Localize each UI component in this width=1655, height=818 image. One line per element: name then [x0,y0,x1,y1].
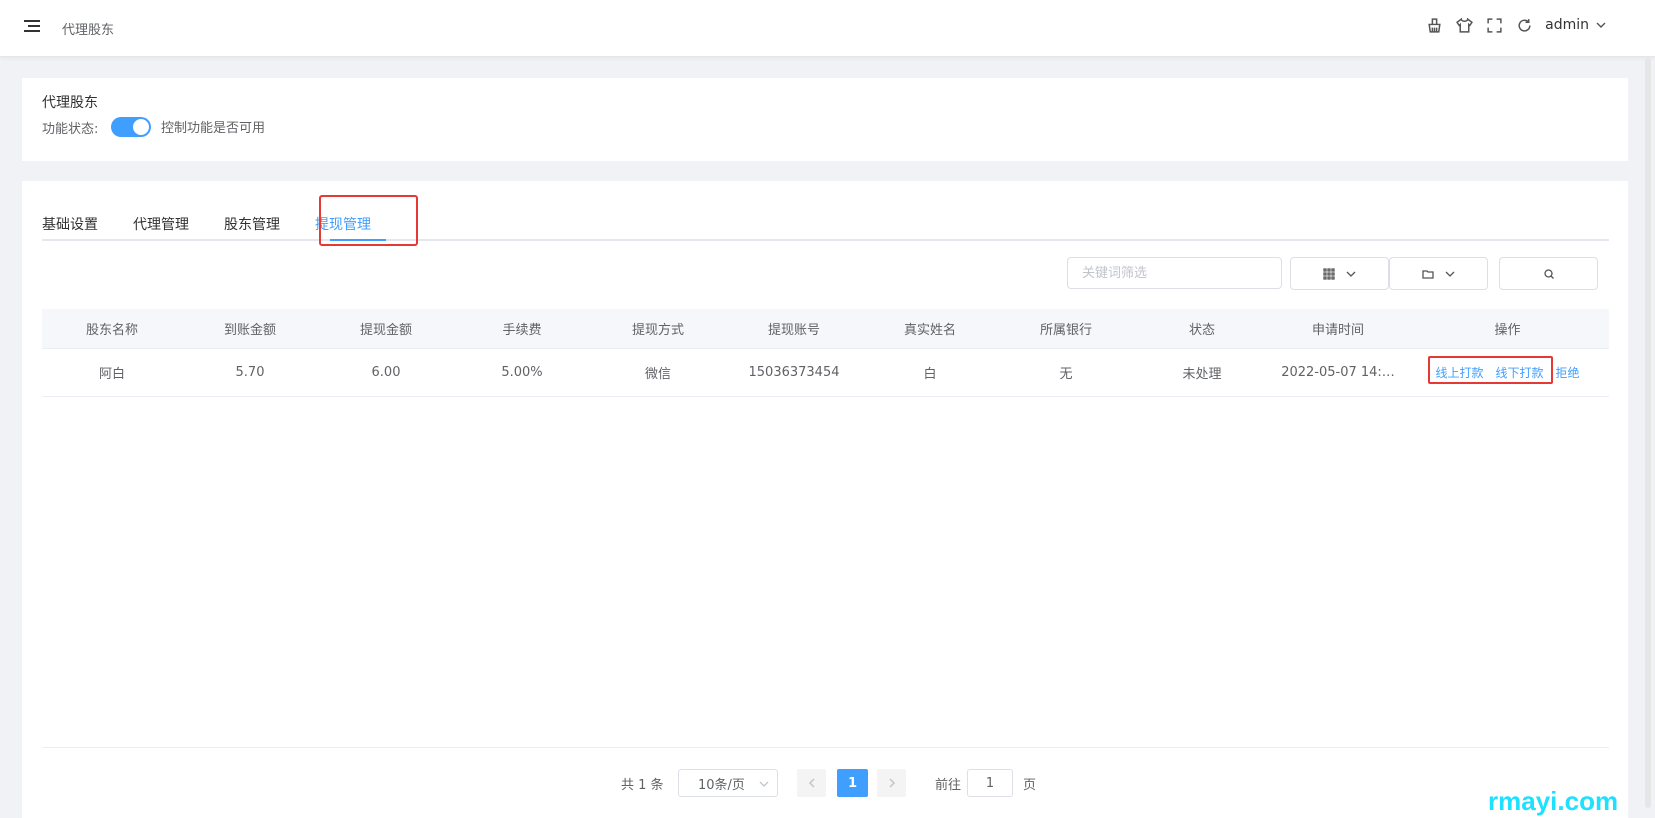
fullscreen-icon[interactable] [1485,16,1503,34]
grid-icon [1322,267,1335,280]
theme-icon[interactable] [1455,16,1473,34]
page-size-select[interactable]: 10条/页 [678,769,778,797]
page-scrollbar[interactable] [1645,58,1651,808]
prev-page-button[interactable] [797,769,826,797]
cell-amount: 6.00 [371,365,401,380]
column-header[interactable]: 手续费 [454,309,590,348]
columns-button[interactable] [1290,257,1389,290]
search-button[interactable] [1499,257,1598,290]
keyword-search-input[interactable] [1067,257,1282,289]
cell-name: 阿白 [98,367,125,382]
column-header[interactable]: 状态 [1134,309,1270,348]
column-header[interactable]: 股东名称 [42,309,182,348]
cell-received: 5.70 [235,365,265,380]
column-header[interactable]: 所属银行 [998,309,1134,348]
page-suffix: 页 [1023,777,1037,793]
refresh-icon[interactable] [1515,16,1533,34]
cell-real-name: 白 [923,367,937,382]
highlight-box-actions [1428,356,1553,384]
chevron-down-icon [1596,22,1606,28]
column-header[interactable]: 提现金额 [318,309,454,348]
header-tools: admin [1425,16,1607,34]
folder-icon [1421,269,1434,279]
tab-agent-management[interactable]: 代理管理 [133,214,189,234]
highlight-box-tab [319,195,418,246]
tab-basic-settings[interactable]: 基础设置 [42,214,98,234]
withdraw-card: 基础设置 代理管理 股东管理 提现管理 股东名称 到账金额 提现金额 手续费 提… [22,181,1628,818]
page-number-current[interactable]: 1 [837,769,868,797]
cell-status: 未处理 [1182,367,1222,382]
column-header[interactable]: 到账金额 [182,309,318,348]
cell-method: 微信 [644,367,671,382]
tab-shareholder-management[interactable]: 股东管理 [224,214,280,234]
next-page-button[interactable] [877,769,906,797]
cell-time: 2022-05-07 14:… [1281,365,1395,380]
table-header: 股东名称 到账金额 提现金额 手续费 提现方式 提现账号 真实姓名 所属银行 状… [42,309,1609,349]
feature-toggle-switch[interactable] [111,117,151,137]
chevron-left-icon [808,778,815,788]
column-header[interactable]: 提现账号 [726,309,862,348]
chevron-down-icon [1445,271,1454,277]
module-status-card: 代理股东 功能状态: 控制功能是否可用 [22,78,1628,161]
switch-description: 控制功能是否可用 [161,121,266,136]
chevron-down-icon [759,781,769,787]
module-title: 代理股东 [42,95,98,111]
page-size-value: 10条/页 [698,777,745,793]
goto-label: 前往 [935,777,962,793]
column-header[interactable]: 真实姓名 [862,309,998,348]
user-menu[interactable]: admin [1545,17,1607,33]
cell-fee: 5.00% [501,365,543,380]
export-button[interactable] [1389,257,1488,290]
status-label: 功能状态: [42,122,99,137]
cell-bank: 无 [1059,367,1073,382]
table-row: 阿白 5.70 6.00 5.00% 微信 15036373454 白 无 未处… [42,349,1609,397]
username: admin [1545,17,1589,33]
search-icon [1543,268,1554,279]
column-header[interactable]: 申请时间 [1270,309,1406,348]
switch-knob [133,119,149,135]
footer-divider [42,747,1609,748]
watermark: rmayi.com [1488,786,1619,816]
chevron-right-icon [888,778,895,788]
breadcrumb: 代理股东 [62,23,115,38]
column-header: 操作 [1494,323,1521,338]
reject-button[interactable]: 拒绝 [1556,364,1580,381]
total-count: 共 1 条 [621,777,664,793]
chevron-down-icon [1346,271,1355,277]
clear-icon[interactable] [1425,16,1443,34]
menu-toggle-icon[interactable] [24,20,40,34]
tab-bar: 基础设置 代理管理 股东管理 提现管理 [42,201,1609,241]
column-header[interactable]: 提现方式 [590,309,726,348]
goto-page-input[interactable] [967,769,1013,797]
top-header: 代理股东 admin [0,0,1655,57]
cell-account: 15036373454 [748,365,840,380]
